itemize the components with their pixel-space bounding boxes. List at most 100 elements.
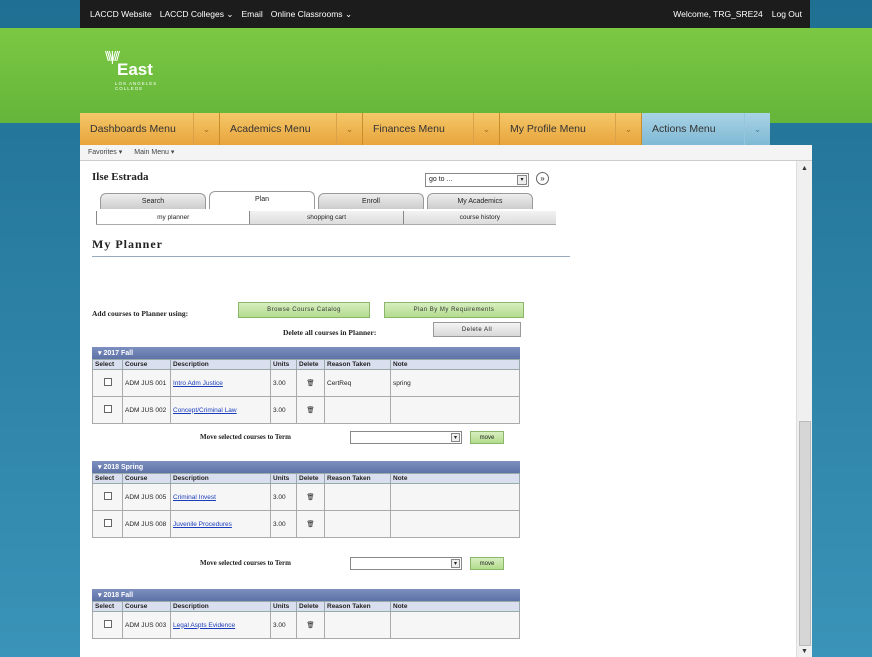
- tab-my-academics[interactable]: My Academics: [427, 193, 533, 209]
- plan-by-requirements-button[interactable]: Plan By My Requirements: [384, 302, 524, 318]
- nav-actions-menu[interactable]: Actions Menu ⌄: [642, 113, 770, 145]
- course-description-link[interactable]: Concept/Criminal Law: [173, 407, 237, 414]
- scrollbar-thumb[interactable]: [799, 421, 811, 646]
- select-checkbox[interactable]: [103, 620, 112, 628]
- column-header: Course: [122, 473, 171, 484]
- term-section: ▾ 2018 Spring Select Course Description …: [92, 461, 520, 538]
- reason-cell: [324, 483, 391, 511]
- add-courses-label: Add courses to Planner using:: [92, 309, 189, 318]
- term-select[interactable]: ▾: [350, 431, 462, 444]
- scroll-down-icon[interactable]: ▼: [801, 648, 808, 655]
- subtab-shopping-cart[interactable]: shopping cart: [249, 211, 403, 224]
- course-description-link[interactable]: Juvenile Procedures: [173, 521, 232, 528]
- vertical-scrollbar[interactable]: ▲ ▼: [796, 161, 812, 657]
- browse-course-catalog-button[interactable]: Browse Course Catalog: [238, 302, 370, 318]
- favorites-bar: Favorites ▾ Main Menu ▾: [80, 145, 812, 161]
- term-select[interactable]: ▾: [350, 557, 462, 570]
- units-cell: 3.00: [270, 483, 297, 511]
- term-header[interactable]: ▾ 2017 Fall: [92, 347, 520, 359]
- go-button-icon[interactable]: »: [536, 172, 549, 185]
- online-classrooms-link[interactable]: Online Classrooms ⌄: [271, 9, 352, 20]
- online-classrooms-label: Online Classrooms: [270, 9, 343, 19]
- planner-tabs: Search Plan Enroll My Academics: [100, 191, 533, 209]
- note-cell: [390, 510, 520, 538]
- select-checkbox[interactable]: [103, 405, 112, 413]
- tab-plan[interactable]: Plan: [209, 191, 315, 209]
- subtab-my-planner[interactable]: my planner: [96, 211, 250, 224]
- chevron-down-icon[interactable]: ⌄: [744, 113, 770, 145]
- term-course-table: Select Course Description Units Delete R…: [92, 359, 520, 424]
- column-header: Delete: [296, 473, 325, 484]
- select-checkbox[interactable]: [103, 378, 112, 386]
- nav-dashboards-menu[interactable]: Dashboards Menu ⌄: [80, 113, 220, 145]
- select-checkbox[interactable]: [103, 519, 112, 527]
- content-panel: Favorites ▾ Main Menu ▾ Ilse Estrada go …: [80, 145, 812, 657]
- note-cell: [390, 396, 520, 424]
- note-cell: spring: [390, 369, 520, 397]
- move-label: Move selected courses to Term: [200, 433, 291, 441]
- trash-icon[interactable]: 🗑: [306, 494, 314, 501]
- tab-search[interactable]: Search: [100, 193, 206, 209]
- chevron-down-icon[interactable]: ⌄: [193, 113, 219, 145]
- column-header: Note: [390, 473, 520, 484]
- logout-link[interactable]: Log Out: [772, 9, 802, 19]
- nav-my-profile-menu[interactable]: My Profile Menu ⌄: [500, 113, 642, 145]
- delete-all-button[interactable]: Delete All: [433, 322, 521, 337]
- move-courses-row: Move selected courses to Term ▾ move: [200, 431, 530, 445]
- email-link[interactable]: Email: [241, 9, 262, 20]
- trash-icon[interactable]: 🗑: [306, 407, 314, 414]
- column-header: Description: [170, 473, 271, 484]
- goto-select[interactable]: go to ... ▾: [425, 173, 529, 187]
- column-header: Note: [390, 359, 520, 370]
- reason-cell: CertReq: [324, 369, 391, 397]
- column-header: Description: [170, 601, 271, 612]
- course-description-link[interactable]: Legal Aspts Evidence: [173, 622, 235, 629]
- scroll-up-icon[interactable]: ▲: [801, 165, 808, 172]
- move-button[interactable]: move: [470, 431, 504, 444]
- column-header: Delete: [296, 601, 325, 612]
- chevron-down-icon[interactable]: ⌄: [336, 113, 362, 145]
- column-header: Select: [92, 473, 123, 484]
- term-course-table: Select Course Description Units Delete R…: [92, 601, 520, 639]
- column-header: Select: [92, 359, 123, 370]
- chevron-down-icon[interactable]: ⌄: [615, 113, 641, 145]
- logo-subtitle: LOS ANGELES COLLEGE: [115, 81, 158, 91]
- welcome-text: Welcome, TRG_SRE24: [673, 9, 763, 19]
- column-header: Units: [270, 359, 297, 370]
- trash-icon[interactable]: 🗑: [306, 380, 314, 387]
- subtab-course-history[interactable]: course history: [402, 211, 556, 224]
- term-name: 2017 Fall: [103, 350, 134, 357]
- nav-academics-menu[interactable]: Academics Menu ⌄: [220, 113, 363, 145]
- table-row: ADM JUS 005 Criminal Invest 3.00 🗑: [92, 483, 520, 511]
- college-logo[interactable]: \\\|/// East LOS ANGELES COLLEGE: [95, 48, 170, 98]
- tab-enroll[interactable]: Enroll: [318, 193, 424, 209]
- term-header[interactable]: ▾ 2018 Spring: [92, 461, 520, 473]
- trash-icon[interactable]: 🗑: [306, 521, 314, 528]
- chevron-down-icon[interactable]: ⌄: [473, 113, 499, 145]
- laccd-website-link[interactable]: LACCD Website: [90, 9, 152, 20]
- table-row: ADM JUS 003 Legal Aspts Evidence 3.00 🗑: [92, 611, 520, 639]
- units-cell: 3.00: [270, 369, 297, 397]
- term-section: ▾ 2018 Fall Select Course Description Un…: [92, 589, 520, 639]
- move-button[interactable]: move: [470, 557, 504, 570]
- page-title: My Planner: [92, 237, 163, 251]
- course-description-link[interactable]: Criminal Invest: [173, 494, 216, 501]
- column-header: Reason Taken: [324, 601, 391, 612]
- title-divider: [92, 256, 570, 257]
- term-header[interactable]: ▾ 2018 Fall: [92, 589, 520, 601]
- main-menu[interactable]: Main Menu ▾: [134, 148, 174, 157]
- chevron-down-icon: ⌄: [226, 9, 234, 19]
- column-header: Reason Taken: [324, 473, 391, 484]
- course-description-link[interactable]: Intro Adm Justice: [173, 380, 223, 387]
- table-row: ADM JUS 002 Concept/Criminal Law 3.00 🗑: [92, 396, 520, 424]
- select-checkbox[interactable]: [103, 492, 112, 500]
- table-row: ADM JUS 008 Juvenile Procedures 3.00 🗑: [92, 510, 520, 538]
- column-header: Select: [92, 601, 123, 612]
- logo-name: East: [117, 60, 153, 79]
- favorites-menu[interactable]: Favorites ▾: [88, 148, 122, 157]
- column-header: Course: [122, 359, 171, 370]
- units-cell: 3.00: [270, 396, 297, 424]
- nav-finances-menu[interactable]: Finances Menu ⌄: [363, 113, 500, 145]
- trash-icon[interactable]: 🗑: [306, 622, 314, 629]
- laccd-colleges-link[interactable]: LACCD Colleges ⌄: [160, 9, 234, 20]
